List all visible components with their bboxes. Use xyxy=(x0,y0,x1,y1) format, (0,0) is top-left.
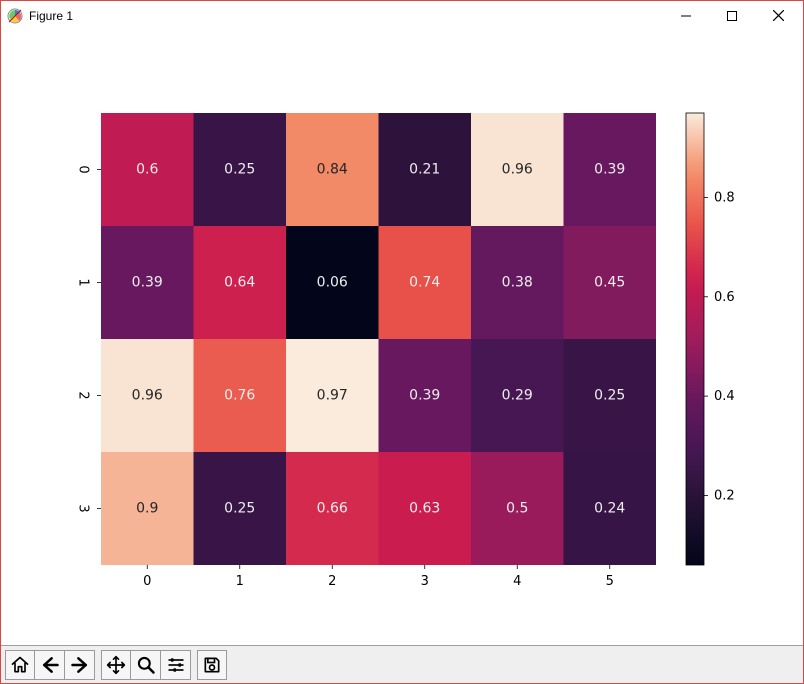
cell-annotation: 0.25 xyxy=(224,162,255,178)
y-tick-label: 1 xyxy=(76,278,91,286)
colorbar-tick-label: 0.2 xyxy=(714,488,735,503)
arrow-right-icon xyxy=(70,655,90,675)
cell-annotation: 0.06 xyxy=(317,275,348,291)
window-title: Figure 1 xyxy=(29,9,73,23)
cell-annotation: 0.63 xyxy=(409,501,440,517)
figure-canvas[interactable]: 0.60.250.840.210.960.390.390.640.060.740… xyxy=(1,31,803,645)
configure-subplots-button[interactable] xyxy=(161,650,191,680)
cell-annotation: 0.25 xyxy=(224,501,255,517)
cell-annotation: 0.74 xyxy=(409,275,440,291)
cell-annotation: 0.96 xyxy=(502,162,533,178)
x-tick-label: 0 xyxy=(143,574,151,589)
window: Figure 1 0.60.250.840.210.960.390.390.64… xyxy=(0,0,804,684)
cell-annotation: 0.9 xyxy=(136,501,158,517)
toolbar xyxy=(1,645,803,683)
y-tick-label: 0 xyxy=(76,165,91,173)
x-tick-label: 5 xyxy=(606,574,614,589)
heatmap-plot: 0.60.250.840.210.960.390.390.640.060.740… xyxy=(1,31,803,645)
cell-annotation: 0.39 xyxy=(594,162,625,178)
forward-button[interactable] xyxy=(65,650,95,680)
window-minimize-button[interactable] xyxy=(663,1,709,31)
save-icon xyxy=(202,655,222,675)
app-icon xyxy=(7,8,23,24)
cell-annotation: 0.39 xyxy=(132,275,163,291)
y-tick-label: 2 xyxy=(76,391,91,399)
save-button[interactable] xyxy=(197,650,227,680)
cell-annotation: 0.29 xyxy=(502,388,533,404)
cell-annotation: 0.21 xyxy=(409,162,440,178)
cell-annotation: 0.64 xyxy=(224,275,255,291)
y-tick-label: 3 xyxy=(76,504,91,512)
back-button[interactable] xyxy=(35,650,65,680)
sliders-icon xyxy=(166,655,186,675)
x-tick-label: 3 xyxy=(421,574,429,589)
cell-annotation: 0.76 xyxy=(224,388,255,404)
window-maximize-button[interactable] xyxy=(709,1,755,31)
move-icon xyxy=(106,655,126,675)
arrow-left-icon xyxy=(40,655,60,675)
zoom-button[interactable] xyxy=(131,650,161,680)
cell-annotation: 0.6 xyxy=(136,162,158,178)
x-tick-label: 4 xyxy=(513,574,521,589)
cell-annotation: 0.96 xyxy=(132,388,163,404)
cell-annotation: 0.38 xyxy=(502,275,533,291)
cell-annotation: 0.97 xyxy=(317,388,348,404)
colorbar-tick-label: 0.4 xyxy=(714,389,735,404)
cell-annotation: 0.84 xyxy=(317,162,348,178)
colorbar-tick-label: 0.8 xyxy=(714,190,735,205)
colorbar-tick-label: 0.6 xyxy=(714,290,735,305)
cell-annotation: 0.5 xyxy=(506,501,528,517)
cell-annotation: 0.24 xyxy=(594,501,625,517)
titlebar: Figure 1 xyxy=(1,1,803,31)
cell-annotation: 0.25 xyxy=(594,388,625,404)
home-button[interactable] xyxy=(5,650,35,680)
cell-annotation: 0.39 xyxy=(409,388,440,404)
x-tick-label: 2 xyxy=(328,574,336,589)
cell-annotation: 0.66 xyxy=(317,501,348,517)
zoom-icon xyxy=(136,655,156,675)
home-icon xyxy=(10,655,30,675)
colorbar xyxy=(686,113,704,565)
pan-button[interactable] xyxy=(101,650,131,680)
cell-annotation: 0.45 xyxy=(594,275,625,291)
x-tick-label: 1 xyxy=(236,574,244,589)
window-close-button[interactable] xyxy=(755,1,801,31)
